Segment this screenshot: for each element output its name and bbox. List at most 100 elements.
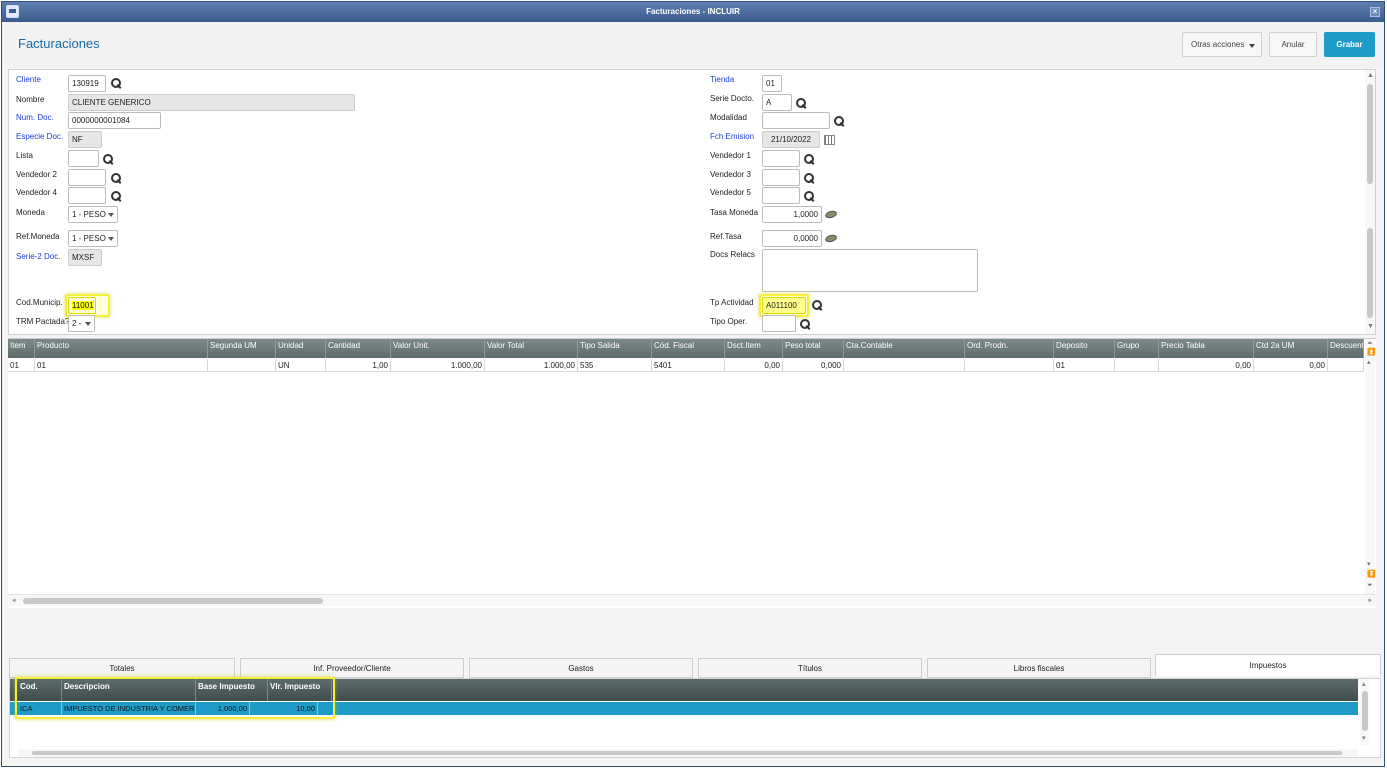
table-cell[interactable]: 01 xyxy=(35,359,208,372)
vendedor3-field[interactable] xyxy=(762,169,800,186)
scroll-down-icon[interactable]: ▼ xyxy=(1367,323,1374,331)
table-cell[interactable] xyxy=(1115,359,1159,372)
vendedor2-search-icon[interactable] xyxy=(111,173,122,184)
vendedor5-field[interactable] xyxy=(762,187,800,204)
table-cell[interactable]: 535 xyxy=(578,359,652,372)
table-cell[interactable]: 1.000,00 xyxy=(485,359,578,372)
calendar-icon[interactable] xyxy=(824,135,835,145)
col-header[interactable]: Item xyxy=(8,339,35,358)
tienda-field[interactable]: 01 xyxy=(762,75,782,92)
vendedor1-field[interactable] xyxy=(762,150,800,167)
modalidad-field[interactable] xyxy=(762,112,830,129)
ref-moneda-select[interactable]: 1 - PESO xyxy=(68,230,118,247)
taxes-scrollbar-thumb[interactable] xyxy=(1362,691,1368,731)
scroll-page-up-icon[interactable]: ⏫ xyxy=(1367,349,1376,357)
table-cell[interactable] xyxy=(844,359,965,372)
tasa-moneda-field[interactable]: 1,0000 xyxy=(762,206,822,223)
table-cell[interactable]: 0,00 xyxy=(1159,359,1254,372)
col-header[interactable]: Cta.Contable xyxy=(844,339,965,358)
fch-emision-field[interactable]: 21/10/2022 xyxy=(762,131,820,148)
scroll-left-icon[interactable]: ◂ xyxy=(12,596,16,604)
col-header[interactable]: Grupo xyxy=(1115,339,1159,358)
col-header[interactable]: Valor Unit. xyxy=(391,339,485,358)
scroll-top-icon[interactable]: ⏶ xyxy=(1367,340,1373,348)
tp-actividad-search-icon[interactable] xyxy=(812,300,823,311)
col-header[interactable]: Ord. Prodn. xyxy=(965,339,1054,358)
table-cell[interactable]: 0,00 xyxy=(1254,359,1328,372)
table-cell[interactable]: 1.000,00 xyxy=(391,359,485,372)
tab-gastos[interactable]: Gastos xyxy=(469,658,693,678)
scroll-up-icon[interactable]: ▴ xyxy=(1362,681,1366,689)
vendedor1-search-icon[interactable] xyxy=(804,154,815,165)
table-cell[interactable]: 5401 xyxy=(652,359,725,372)
tipo-oper-field[interactable] xyxy=(762,315,796,332)
form-scrollbar-thumb[interactable] xyxy=(1367,84,1373,184)
col-header[interactable]: Dsct.Item xyxy=(725,339,783,358)
scroll-up-icon[interactable]: ▲ xyxy=(1367,72,1374,80)
modalidad-search-icon[interactable] xyxy=(834,116,845,127)
tp-actividad-field[interactable]: A011100 xyxy=(762,297,806,314)
vendedor5-search-icon[interactable] xyxy=(804,191,815,202)
cod-municip-field[interactable]: 11001 xyxy=(68,297,96,314)
cliente-field[interactable]: 130919 xyxy=(68,75,106,92)
items-grid-scrollbar[interactable]: ⏶ ⏫ ▴ ▾ ⏬ ⏷ xyxy=(1365,339,1376,595)
col-header[interactable]: Ctd 2a UM xyxy=(1254,339,1328,358)
trm-pactada-select[interactable]: 2 - xyxy=(68,315,95,332)
scroll-right-icon[interactable]: ▸ xyxy=(1368,596,1372,604)
table-cell[interactable] xyxy=(1328,359,1364,372)
table-cell[interactable]: 01 xyxy=(8,359,35,372)
cliente-search-icon[interactable] xyxy=(111,78,122,89)
col-header[interactable]: Descuent xyxy=(1328,339,1364,358)
col-header[interactable]: Cód. Fiscal xyxy=(652,339,725,358)
col-header[interactable]: Unidad xyxy=(276,339,326,358)
tab-totales[interactable]: Totales xyxy=(9,658,235,678)
vendedor4-field[interactable] xyxy=(68,187,106,204)
col-header[interactable]: Segunda UM xyxy=(208,339,276,358)
scroll-bottom-icon[interactable]: ⏷ xyxy=(1367,582,1373,590)
scroll-up-icon[interactable]: ▴ xyxy=(1367,359,1371,367)
ref-tasa-field[interactable]: 0,0000 xyxy=(762,230,822,247)
table-cell[interactable]: UN xyxy=(276,359,326,372)
docs-relacs-textarea[interactable] xyxy=(762,249,978,292)
table-cell[interactable]: 0,00 xyxy=(725,359,783,372)
scroll-down-icon[interactable]: ▾ xyxy=(1362,735,1366,743)
table-cell[interactable]: 0,000 xyxy=(783,359,844,372)
window-icon[interactable] xyxy=(6,5,19,18)
coins-icon[interactable] xyxy=(824,209,838,220)
scroll-page-down-icon[interactable]: ⏬ xyxy=(1367,571,1376,579)
col-header[interactable]: Producto xyxy=(35,339,208,358)
table-cell[interactable]: 1,00 xyxy=(326,359,391,372)
table-cell[interactable]: 01 xyxy=(1054,359,1115,372)
lista-field[interactable] xyxy=(68,150,99,167)
serie-docto-search-icon[interactable] xyxy=(796,98,807,109)
col-header[interactable]: Tipo Salida xyxy=(578,339,652,358)
num-doc-field[interactable]: 0000000001084 xyxy=(68,112,161,129)
tab-inf-proveedor-cliente[interactable]: Inf. Proveedor/Cliente xyxy=(240,658,464,678)
vendedor4-search-icon[interactable] xyxy=(111,191,122,202)
close-icon[interactable]: × xyxy=(1370,7,1380,17)
scroll-down-icon[interactable]: ▾ xyxy=(1367,561,1371,569)
vendedor2-field[interactable] xyxy=(68,169,106,186)
items-grid-hscrollbar[interactable]: ◂ ▸ xyxy=(8,594,1376,606)
col-header[interactable]: Cantidad xyxy=(326,339,391,358)
tab-impuestos[interactable]: Impuestos xyxy=(1155,654,1381,676)
anular-button[interactable]: Anular xyxy=(1269,32,1317,57)
col-header[interactable]: Precio Tabla xyxy=(1159,339,1254,358)
serie-docto-field[interactable]: A xyxy=(762,94,792,111)
vendedor3-search-icon[interactable] xyxy=(804,173,815,184)
table-cell[interactable] xyxy=(208,359,276,372)
form-scrollbar[interactable]: ▲ ▼ xyxy=(1365,70,1375,334)
lista-search-icon[interactable] xyxy=(103,154,114,165)
taxes-scrollbar[interactable]: ▴ ▾ xyxy=(1360,679,1370,745)
coins-icon[interactable] xyxy=(824,233,838,244)
tipo-oper-search-icon[interactable] xyxy=(800,319,811,330)
grabar-button[interactable]: Grabar xyxy=(1324,32,1375,57)
form-scrollbar-thumb-lower[interactable] xyxy=(1367,228,1373,318)
taxes-hscrollbar[interactable] xyxy=(18,749,1358,757)
hscrollbar-thumb[interactable] xyxy=(23,598,323,604)
tab-libros-fiscales[interactable]: Libros fiscales xyxy=(927,658,1151,678)
tab-titulos[interactable]: Títulos xyxy=(698,658,922,678)
col-header[interactable]: Deposito xyxy=(1054,339,1115,358)
moneda-select[interactable]: 1 - PESO xyxy=(68,206,118,223)
taxes-hscrollbar-thumb[interactable] xyxy=(32,751,1342,755)
